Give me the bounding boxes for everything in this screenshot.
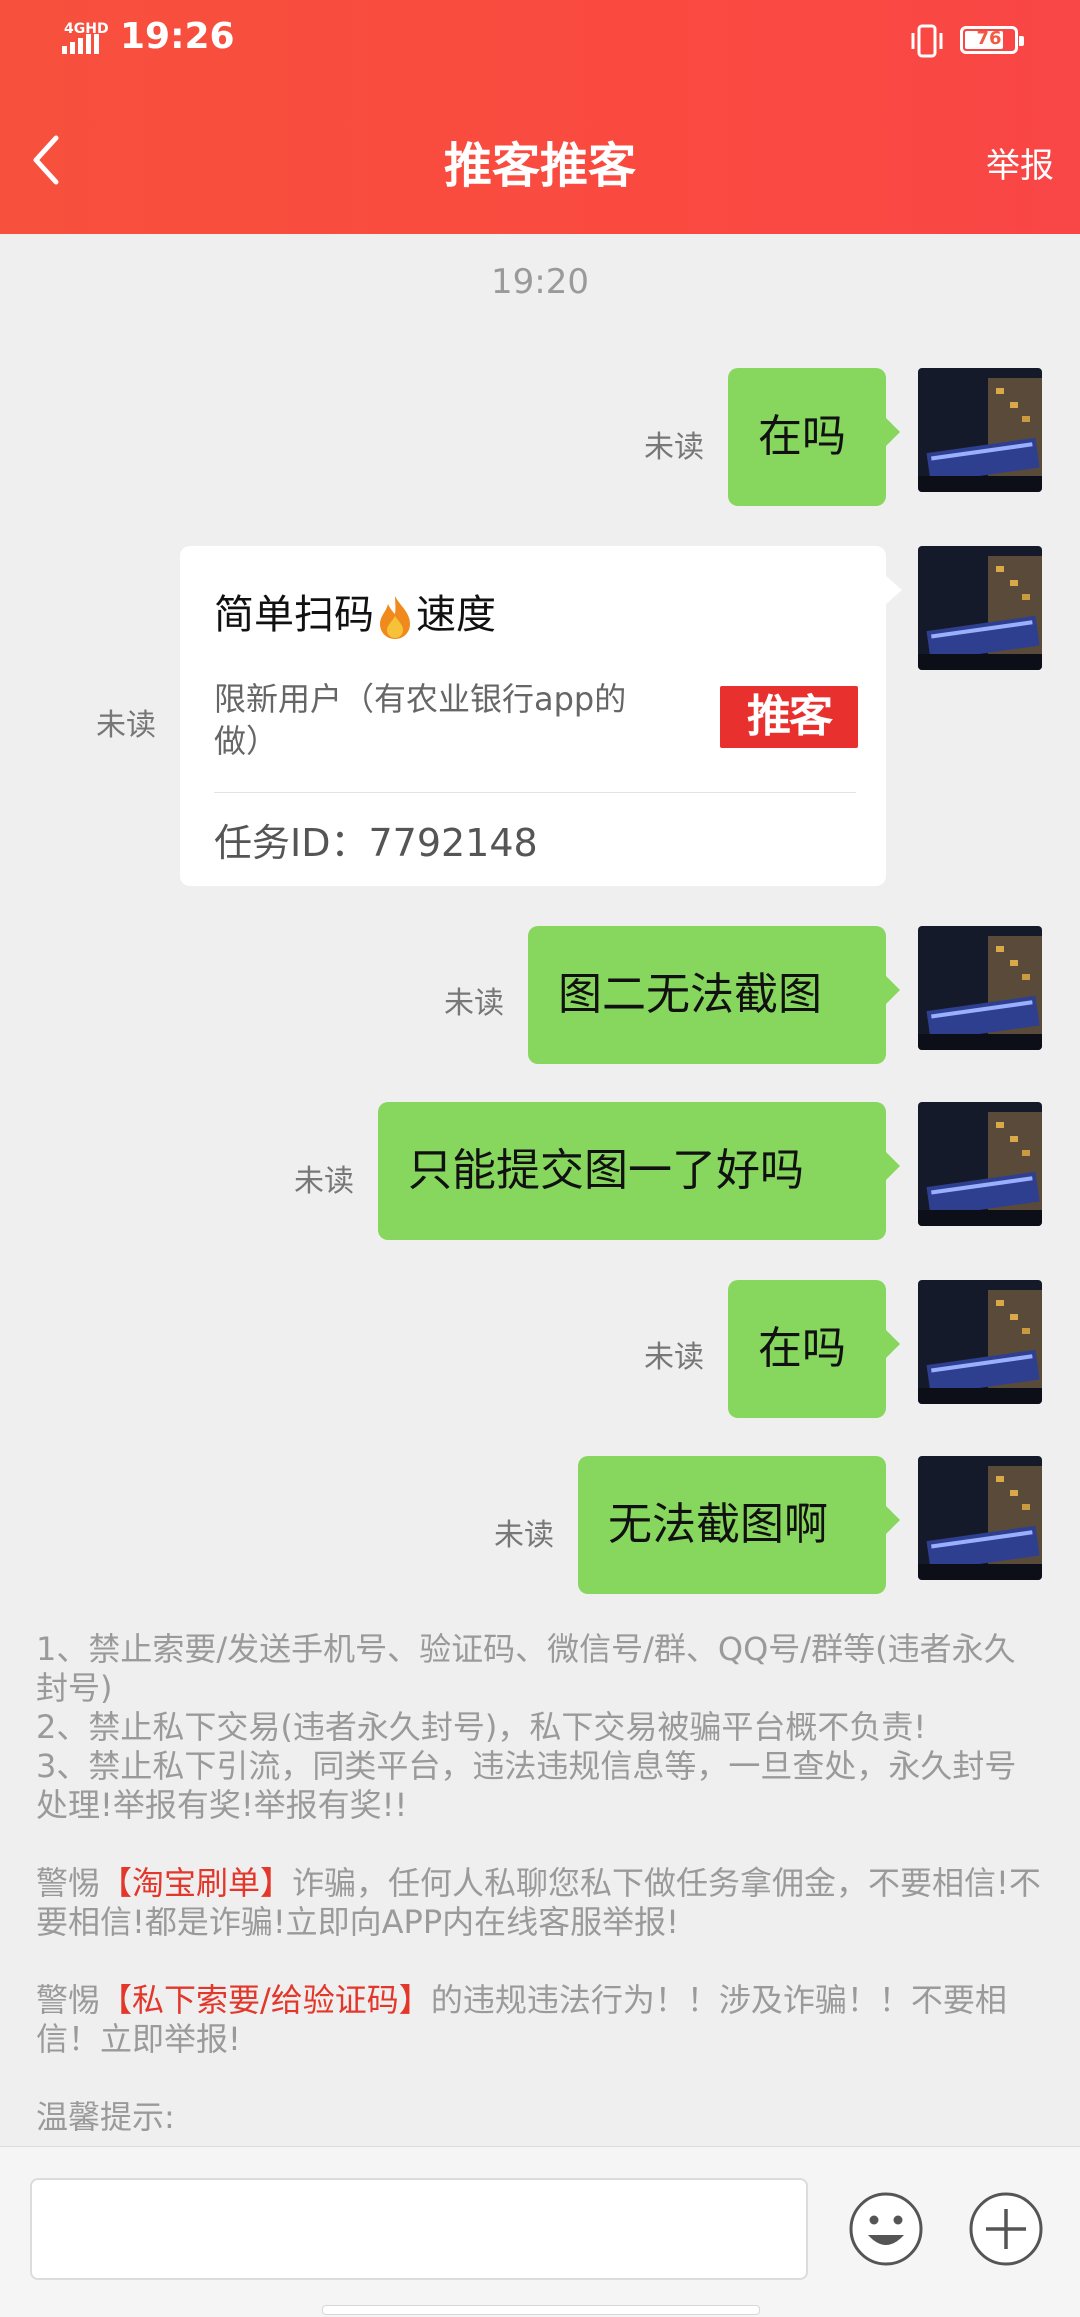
status-bar: 4GHD 19:26 76: [0, 0, 1080, 84]
message-bubble[interactable]: 无法截图啊: [578, 1456, 900, 1594]
notice-tip: 温馨提示:: [36, 2098, 175, 2136]
plus-circle-icon[interactable]: [968, 2191, 1044, 2267]
task-card-title: 简单扫码 速度: [214, 592, 496, 639]
unread-status: 未读: [294, 1164, 354, 1199]
notice-rule: 1、禁止索要/发送手机号、验证码、微信号/群、QQ号/群等(违者永久封号): [36, 1630, 1016, 1707]
notice-warning-code: 警惕【私下索要/给验证码】的违规违法行为！！涉及诈骗！！不要相信！立即举报!: [36, 1981, 1007, 2058]
unread-status: 未读: [644, 1340, 704, 1375]
report-button[interactable]: 举报: [986, 138, 1054, 187]
smiley-icon[interactable]: [848, 2191, 924, 2267]
unread-status: 未读: [494, 1518, 554, 1553]
message-bubble[interactable]: 图二无法截图: [528, 926, 900, 1064]
notice-warning-fraud: 警惕【淘宝刷单】诈骗，任何人私聊您私下做任务拿佣金，不要相信!不要相信!都是诈骗…: [36, 1864, 1041, 1941]
message-timestamp: 19:20: [491, 262, 589, 302]
divider: [214, 792, 856, 793]
unread-status: 未读: [96, 708, 156, 743]
task-card-description: 限新用户（有农业银行app的做）: [214, 680, 627, 760]
signal-icon: 4GHD: [62, 21, 112, 58]
input-bar: [0, 2146, 1080, 2317]
task-card-logo: 推客: [720, 686, 858, 748]
platform-notice: 1、禁止索要/发送手机号、验证码、微信号/群、QQ号/群等(违者永久封号) 2、…: [36, 1630, 1046, 2137]
message-bubble[interactable]: 只能提交图一了好吗: [378, 1102, 900, 1240]
header-bar: 4GHD 19:26 76 推客推客 举报: [0, 0, 1080, 234]
avatar-image: [918, 1102, 1042, 1226]
avatar[interactable]: [918, 368, 1042, 492]
page-title: 推客推客: [443, 138, 636, 194]
avatar-image: [918, 1456, 1042, 1580]
unread-status: 未读: [444, 986, 504, 1021]
message-input[interactable]: [30, 2178, 808, 2280]
avatar[interactable]: [918, 1280, 1042, 1404]
status-time: 19:26: [120, 16, 235, 57]
avatar[interactable]: [918, 1102, 1042, 1226]
notice-rule: 3、禁止私下引流，同类平台，违法违规信息等，一旦查处，永久封号处理!举报有奖!举…: [36, 1747, 1017, 1824]
avatar[interactable]: [918, 1456, 1042, 1580]
avatar-image: [918, 368, 1042, 492]
unread-status: 未读: [644, 430, 704, 465]
notice-rule: 2、禁止私下交易(违者永久封号)，私下交易被骗平台概不负责!: [36, 1708, 927, 1746]
avatar-image: [918, 926, 1042, 1050]
task-id: 任务ID：7792148: [214, 821, 538, 865]
avatar[interactable]: [918, 546, 1042, 670]
task-card[interactable]: 简单扫码 速度 限新用户（有农业银行app的做） 推客 任务ID：7792148: [180, 546, 902, 886]
avatar-image: [918, 1280, 1042, 1404]
home-indicator[interactable]: [322, 2305, 760, 2315]
fire-icon: [380, 596, 410, 639]
battery-icon: 76: [960, 26, 1024, 54]
battery-level: 76: [976, 28, 1002, 49]
message-bubble[interactable]: 在吗: [728, 1280, 900, 1418]
message-bubble[interactable]: 在吗: [728, 368, 900, 506]
avatar[interactable]: [918, 926, 1042, 1050]
avatar-image: [918, 546, 1042, 670]
vibrate-icon: [911, 24, 943, 58]
